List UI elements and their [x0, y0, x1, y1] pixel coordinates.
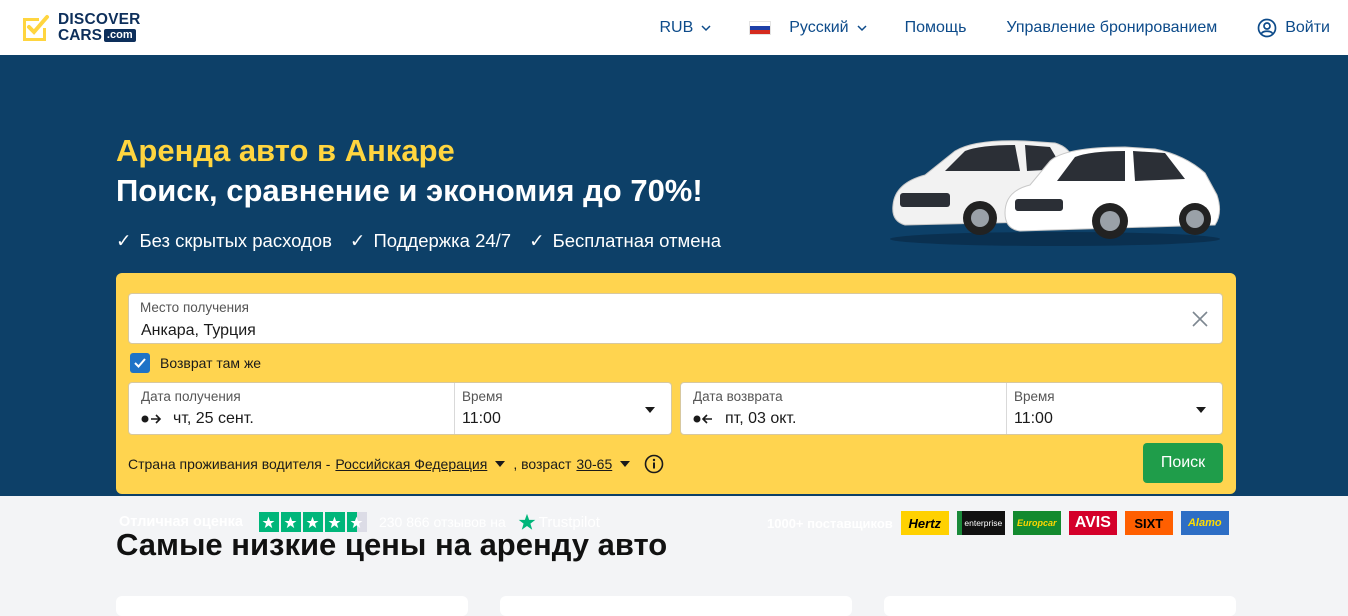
check-icon: ✓	[529, 230, 545, 251]
top-nav: RUB Русский Помощь Управление бронирован…	[659, 0, 1330, 55]
login-button[interactable]: Войти	[1257, 18, 1330, 38]
pickup-time-select[interactable]: Время 11:00	[455, 383, 671, 434]
feature-item: ✓ Поддержка 24/7	[350, 230, 511, 252]
europcar-logo: Europcar	[1012, 511, 1061, 535]
providers-row: 1000+ поставщиков Hertz enterprise Europ…	[767, 511, 1229, 535]
header: DISCOVER CARS .com RUB Русский Помощь Упр…	[0, 0, 1348, 55]
return-date-value: пт, 03 окт.	[725, 410, 797, 427]
feature-label: Поддержка 24/7	[373, 230, 512, 251]
info-icon[interactable]	[644, 454, 664, 474]
feature-list: ✓ Без скрытых расходов ✓ Поддержка 24/7 ✓ Б…	[116, 230, 721, 252]
search-button[interactable]: Поиск	[1143, 443, 1223, 483]
residence-text: Страна проживания водителя -	[128, 456, 331, 472]
pickup-arrow-icon	[141, 414, 162, 424]
currency-selector[interactable]: RUB	[659, 19, 711, 37]
feature-item: ✓ Без скрытых расходов	[116, 230, 332, 252]
pickup-time-label: Время	[462, 389, 503, 404]
driver-residence-row: Страна проживания водителя - Российская …	[128, 454, 664, 474]
return-date-label: Дата возврата	[693, 389, 783, 404]
caret-down-icon[interactable]	[495, 461, 506, 467]
return-time-value: 11:00	[1014, 410, 1053, 427]
return-datetime-group: Дата возврата пт, 03 окт. Время 11:00	[680, 382, 1223, 435]
residence-country-link[interactable]: Российская Федерация	[335, 456, 487, 472]
caret-down-icon	[1196, 407, 1206, 413]
clear-icon[interactable]	[1191, 310, 1209, 328]
pickup-date-label: Дата получения	[141, 389, 241, 404]
pickup-date-value: чт, 25 сент.	[173, 410, 254, 427]
return-arrow-icon	[693, 414, 712, 424]
caret-down-icon	[645, 407, 655, 413]
feature-label: Без скрытых расходов	[139, 230, 332, 251]
hertz-logo: Hertz	[900, 511, 949, 535]
same-return-label: Возврат там же	[160, 355, 262, 371]
login-label: Войти	[1285, 18, 1330, 36]
pickup-time-value: 11:00	[462, 410, 501, 427]
same-return-checkbox[interactable]: Возврат там же	[130, 353, 261, 373]
chevron-down-icon	[701, 24, 711, 31]
feature-label: Бесплатная отмена	[552, 230, 722, 251]
hero-title: Аренда авто в Анкаре	[116, 133, 455, 168]
sixt-logo: SIXT	[1124, 511, 1173, 535]
pickup-location-label: Место получения	[140, 300, 249, 315]
pickup-location-field[interactable]: Место получения Анкара, Турция	[128, 293, 1223, 344]
deal-card[interactable]	[116, 596, 468, 616]
language-selector[interactable]: Русский	[749, 18, 867, 37]
logo-check-icon	[23, 14, 49, 41]
feature-item: ✓ Бесплатная отмена	[529, 230, 721, 252]
deal-card[interactable]	[884, 596, 1236, 616]
age-text: , возраст	[513, 456, 572, 472]
logo[interactable]: DISCOVER CARS .com	[20, 12, 141, 43]
search-form: Место получения Анкара, Турция Возврат т…	[116, 273, 1236, 494]
age-link[interactable]: 30-65	[576, 456, 612, 472]
alamo-logo: Alamo	[1180, 511, 1229, 535]
user-icon	[1257, 18, 1277, 37]
avis-logo: AVIS	[1068, 511, 1117, 535]
hero-section: Аренда авто в Анкаре Поиск, сравнение и …	[0, 55, 1348, 535]
checkbox-checked-icon	[130, 353, 150, 373]
pickup-date-field[interactable]: Дата получения чт, 25 сент.	[129, 383, 455, 434]
chevron-down-icon	[857, 24, 867, 31]
currency-label: RUB	[659, 18, 694, 36]
deal-card[interactable]	[500, 596, 852, 616]
return-time-label: Время	[1014, 389, 1055, 404]
hero-subtitle: Поиск, сравнение и экономия до 70%!	[116, 173, 703, 208]
return-date-field[interactable]: Дата возврата пт, 03 окт.	[681, 383, 1007, 434]
check-icon: ✓	[116, 230, 132, 251]
russia-flag-icon	[749, 20, 772, 35]
enterprise-logo: enterprise	[956, 511, 1005, 535]
section-title: Самые низкие цены на аренду авто	[116, 527, 668, 562]
logo-text-discover: DISCOVER	[58, 11, 141, 28]
return-time-select[interactable]: Время 11:00	[1007, 383, 1222, 434]
logo-text-com: .com	[103, 28, 136, 42]
pickup-location-value: Анкара, Турция	[141, 322, 256, 339]
caret-down-icon[interactable]	[620, 461, 631, 467]
language-label: Русский	[789, 18, 849, 36]
help-link[interactable]: Помощь	[905, 19, 967, 37]
logo-text-cars: CARS	[58, 26, 102, 44]
providers-label: 1000+ поставщиков	[767, 515, 893, 531]
hero-cars-image	[890, 140, 1221, 246]
pickup-datetime-group: Дата получения чт, 25 сент. Время 11:00	[128, 382, 672, 435]
check-icon: ✓	[349, 230, 366, 251]
manage-booking-link[interactable]: Управление бронированием	[1006, 19, 1217, 37]
